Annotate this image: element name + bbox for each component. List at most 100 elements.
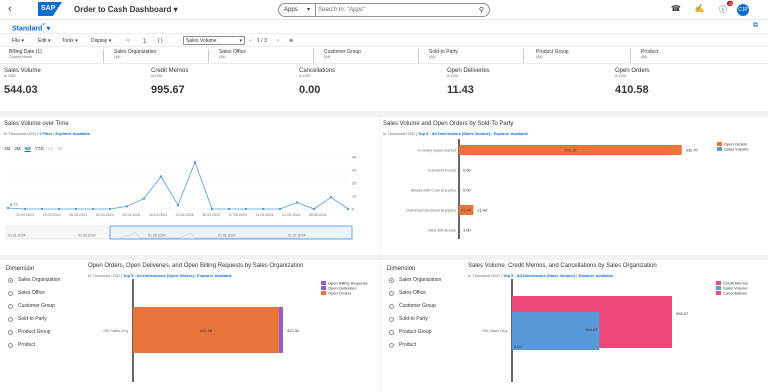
braces-icon[interactable]: { } xyxy=(158,38,163,44)
menu-edit[interactable]: Edit ▾ xyxy=(38,38,51,44)
data-label: 332.15 xyxy=(564,148,577,153)
kpi-open-deliveries[interactable]: Open Deliveries In USD 11.43 xyxy=(447,68,490,96)
data-label: 0.77 xyxy=(10,202,19,207)
filter-product-group[interactable]: Product Group (All) xyxy=(531,49,631,63)
filter-sold-to-party[interactable]: Sold-to Party (All) xyxy=(424,49,524,63)
data-point xyxy=(91,207,95,211)
menu-tools[interactable]: Tools ▾ xyxy=(62,38,78,44)
legend-swatch xyxy=(717,142,722,146)
data-point xyxy=(193,161,197,164)
legend-swatch xyxy=(321,281,326,285)
category-label: GB Sales Org. xyxy=(103,328,129,333)
data-label: 410.58 xyxy=(200,328,213,333)
data-label: 0.50 xyxy=(463,168,472,173)
measure-select[interactable]: Sales Volume ▾ xyxy=(183,36,245,45)
data-point xyxy=(108,207,112,211)
data-point xyxy=(346,207,350,211)
kpi-sales-volume[interactable]: Sales Volume In USD 544.03 xyxy=(4,68,41,96)
data-point xyxy=(261,207,265,211)
menu-display[interactable]: Display ▾ xyxy=(91,38,111,44)
back-icon[interactable]: ‹ xyxy=(8,3,12,15)
data-point xyxy=(74,207,78,211)
legend-label: Cancellations xyxy=(723,291,747,296)
filter-billing-date[interactable]: Billing Date (1) Current Month xyxy=(4,49,104,63)
data-label: 422.32 xyxy=(287,328,300,333)
search-scope-select[interactable]: Apps xyxy=(284,7,298,13)
y-tick-label: 10 xyxy=(352,194,357,199)
x-tick-label: 28.05.2024 xyxy=(309,213,327,217)
search-separator xyxy=(315,4,316,16)
search-field[interactable]: Apps ▾ Search In: "Apps" ⚲ xyxy=(278,3,490,17)
shell-bar: ‹ SAP Order to Cash Dashboard ▾ Apps ▾ S… xyxy=(0,0,768,20)
category-label: Diamond Electrical Supplies xyxy=(406,208,456,213)
x-tick-label: 26.03.2024 xyxy=(69,213,87,217)
y-tick-label: 30 xyxy=(352,168,357,173)
filter-customer-group[interactable]: Customer Group (All) xyxy=(319,49,419,63)
filter-sales-office[interactable]: Sales Office (All) xyxy=(214,49,314,63)
x-tick-label: 07.05.2024 xyxy=(229,213,247,217)
filter-product[interactable]: Product (All) xyxy=(636,49,760,63)
bar-open-deliveries xyxy=(278,307,283,353)
go-icon[interactable]: ⊕ xyxy=(289,38,293,44)
next-page-icon[interactable]: › xyxy=(277,38,279,44)
range-date-label: 01.06.2024 xyxy=(218,234,236,238)
kpi-open-orders[interactable]: Open Orders In USD 410.58 xyxy=(615,68,650,96)
data-label: 3.80 xyxy=(463,228,472,233)
data-label: 995.67 xyxy=(676,311,689,316)
feedback-icon[interactable]: ✍ xyxy=(695,4,705,15)
data-label: 332.47 xyxy=(686,148,699,153)
x-tick-label: 09.04.2024 xyxy=(122,213,140,217)
data-point xyxy=(125,205,129,208)
y-tick-label: 20 xyxy=(352,181,357,186)
avatar[interactable]: CJP xyxy=(737,4,749,16)
legend-swatch xyxy=(716,281,721,285)
data-point xyxy=(329,196,333,199)
search-icon[interactable]: ⚲ xyxy=(479,6,484,14)
sold-to-party-card: Sales Volume and Open Orders by Sold-To … xyxy=(381,117,768,255)
data-label: 21.44 xyxy=(461,208,472,213)
data-point xyxy=(6,206,10,210)
filter-sales-organization[interactable]: Sales Organization (All) xyxy=(109,49,209,63)
category-label: Nika Wholesale xyxy=(428,228,457,233)
credit-memos-card: Dimension Sales Organization Sales Office… xyxy=(381,260,768,392)
range-date-label: 01.05.2024 xyxy=(148,234,166,238)
kpi-credit-memos[interactable]: Credit Memos In USD 995.67 xyxy=(151,68,188,96)
category-label: Crowley Supermarket xyxy=(418,148,457,153)
data-point xyxy=(227,207,231,211)
x-tick-label: 19.03.2024 xyxy=(43,213,61,217)
category-label: Coloradd Foods xyxy=(428,168,456,173)
y-tick-label: 40 xyxy=(352,155,357,160)
legend-swatch xyxy=(717,147,722,151)
share-icon[interactable]: ⧉ xyxy=(753,22,758,30)
kpi-cancellations[interactable]: Cancellations In USD 0.00 xyxy=(299,68,335,96)
toolbar: File ▾ Edit ▾ Tools ▾ Display ▾ ▿ ∑ { } … xyxy=(0,33,768,47)
data-point xyxy=(40,207,44,211)
kpi-row: Sales Volume In USD 544.03 Credit Memos In … xyxy=(0,63,768,111)
category-label: GB Sales Org. xyxy=(482,328,508,333)
data-point xyxy=(295,201,299,204)
app-title[interactable]: Order to Cash Dashboard ▾ xyxy=(74,5,178,14)
x-tick-label: 12.03.2024 xyxy=(16,213,34,217)
credit-memos-chart: GB Sales Org.995.67544.030.00Credit Memo… xyxy=(482,279,748,382)
headset-icon[interactable]: ☎ xyxy=(671,4,681,15)
search-placeholder[interactable]: Search In: "Apps" xyxy=(318,7,365,13)
variant-selector[interactable]: Standard* ▾ xyxy=(12,23,50,32)
prev-page-icon[interactable]: ‹ xyxy=(250,38,252,44)
x-tick-label: 16.04.2024 xyxy=(149,213,167,217)
data-point xyxy=(278,207,282,211)
x-tick-label: 30.04.2024 xyxy=(202,213,220,217)
range-date-label: 01.03.2024 xyxy=(78,234,96,238)
data-point xyxy=(23,207,27,211)
filter-icon[interactable]: ▿ xyxy=(127,38,130,44)
sap-logo[interactable]: SAP xyxy=(38,2,62,16)
help-icon[interactable]: ⓘ xyxy=(719,4,727,15)
line-chart: 0 10 20 30 40 0.77 12.03.2024 19.03.2024 26.03.2… xyxy=(5,155,357,240)
calculator-icon[interactable]: ∑ xyxy=(143,38,147,44)
x-tick-label: 21.05.2024 xyxy=(282,213,300,217)
menu-file[interactable]: File ▾ xyxy=(12,38,24,44)
chevron-down-icon[interactable]: ▾ xyxy=(307,6,310,13)
legend-label: Open Orders xyxy=(328,291,351,296)
data-label: 0.00 xyxy=(463,188,472,193)
legend-label: Sales Volume xyxy=(724,147,749,152)
legend-swatch xyxy=(321,286,326,290)
